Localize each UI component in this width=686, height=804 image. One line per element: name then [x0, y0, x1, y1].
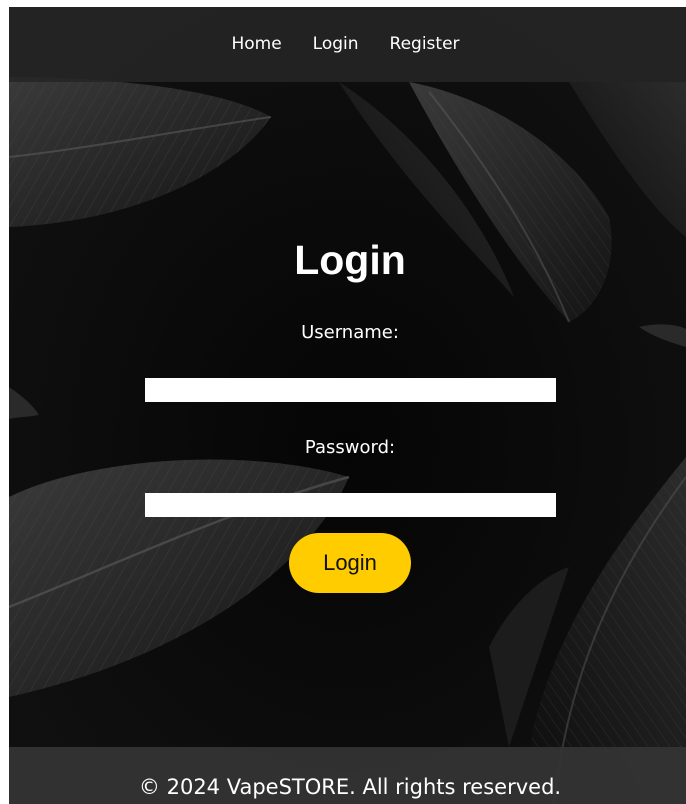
page-frame: Home Login Register Login Username: Pass…: [9, 7, 686, 804]
dark-leaves-background: [9, 7, 686, 804]
password-input[interactable]: [145, 493, 556, 517]
top-nav: Home Login Register: [9, 7, 686, 82]
login-submit-button[interactable]: Login: [289, 533, 411, 593]
login-heading: Login: [294, 237, 406, 283]
footer-copyright: © 2024 VapeSTORE. All rights reserved.: [138, 775, 562, 799]
nav-home-link[interactable]: Home: [231, 34, 281, 54]
nav-register-link[interactable]: Register: [390, 34, 460, 54]
page-footer: © 2024 VapeSTORE. All rights reserved.: [9, 747, 686, 804]
nav-login-link[interactable]: Login: [313, 34, 359, 54]
username-label: Username:: [301, 322, 399, 343]
username-input[interactable]: [145, 378, 556, 402]
password-label: Password:: [304, 437, 396, 458]
